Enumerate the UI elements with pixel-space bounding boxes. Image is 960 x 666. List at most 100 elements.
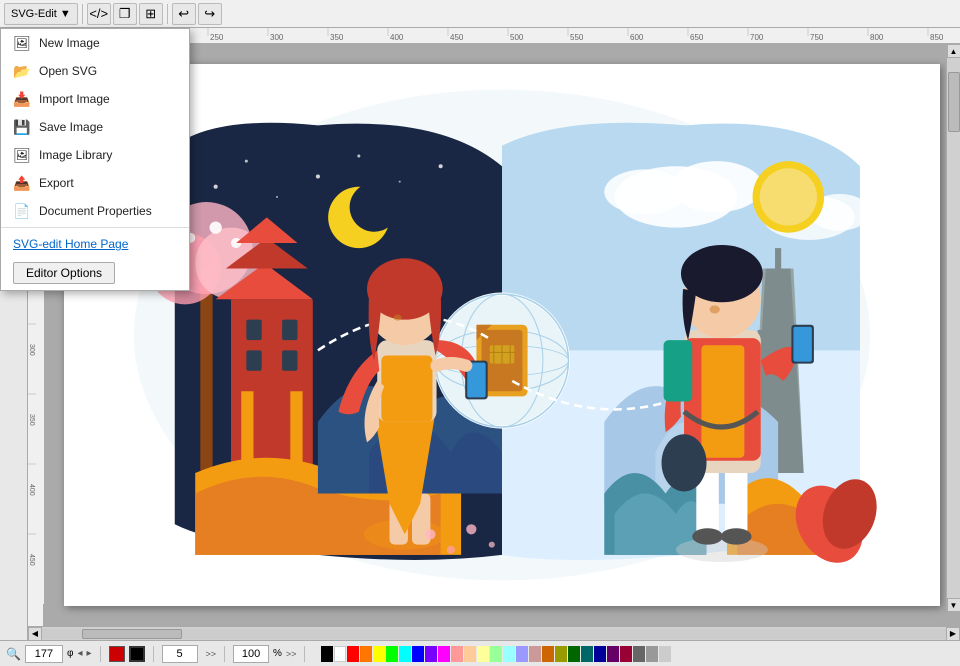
menu-item-export-label: Export [39,176,74,190]
undo-btn[interactable]: ↩ [172,3,196,25]
illustration-svg [64,64,940,606]
status-bar: 🔍 φ ◂ ▸ >> % >> [0,640,960,666]
menu-item-image-library[interactable]: 🖼 Image Library [1,141,189,169]
status-sep-2 [153,646,154,662]
scroll-down-btn[interactable]: ▼ [947,598,960,612]
palette-cyan[interactable] [399,646,411,662]
svg-text:400: 400 [390,33,404,42]
open-svg-icon: 📂 [13,62,31,80]
menu-item-new-image[interactable]: 🖼 New Image [1,29,189,57]
zoom-left-arrow[interactable]: ◂ [77,648,82,659]
right-scrollbar: ▲ ▼ Layers [946,44,960,612]
palette-olive[interactable] [555,646,567,662]
palette-purple[interactable] [425,646,437,662]
color-palette [321,646,671,662]
palette-rose[interactable] [529,646,541,662]
status-sep-3 [224,646,225,662]
zoom-icon: 🔍 [6,647,21,661]
fill-color-swatch[interactable] [129,646,145,662]
canvas-bg [64,64,940,606]
menu-item-open-svg-label: Open SVG [39,64,97,78]
h-scroll-thumb[interactable] [82,629,182,639]
palette-magenta[interactable] [438,646,450,662]
menu-item-save-image-label: Save Image [39,120,103,134]
svg-text:300: 300 [28,344,35,356]
palette-lightgreen[interactable] [490,646,502,662]
svg-text:650: 650 [690,33,704,42]
svg-text:600: 600 [630,33,644,42]
palette-black[interactable] [321,646,333,662]
svg-text:450: 450 [28,554,35,566]
palette-crimson[interactable] [620,646,632,662]
svg-text:350: 350 [330,33,344,42]
svg-edit-menu-btn[interactable]: SVG-Edit ▼ [4,3,78,25]
grid-btn[interactable]: ⊞ [139,3,163,25]
stroke-color-swatch[interactable] [109,646,125,662]
zoom-percent-input[interactable] [233,645,269,663]
menu-item-import-image[interactable]: 📥 Import Image [1,85,189,113]
clone-btn[interactable]: ❐ [113,3,137,25]
h-scroll-track [42,629,946,639]
palette-lightcyan[interactable] [503,646,515,662]
save-image-icon: 💾 [13,118,31,136]
scroll-up-btn[interactable]: ▲ [947,44,960,58]
svg-text:500: 500 [510,33,524,42]
palette-lightyellow[interactable] [477,646,489,662]
palette-pink[interactable] [451,646,463,662]
palette-orange[interactable] [360,646,372,662]
toolbar-separator-1 [82,4,83,24]
redo-btn[interactable]: ↪ [198,3,222,25]
zoom-percent-arrows: >> [286,649,297,659]
svg-text:800: 800 [870,33,884,42]
menu-item-save-image[interactable]: 💾 Save Image [1,113,189,141]
svg-text:400: 400 [28,484,35,496]
stroke-size-input[interactable] [162,645,198,663]
svg-text:450: 450 [450,33,464,42]
svg-edit-home-link[interactable]: SVG-edit Home Page [1,230,189,258]
editor-options-btn[interactable]: Editor Options [13,262,115,284]
palette-navy[interactable] [594,646,606,662]
menu-item-document-properties[interactable]: 📄 Document Properties [1,197,189,225]
palette-blue[interactable] [412,646,424,662]
scroll-right-btn[interactable]: ▶ [946,627,960,641]
zoom-right-arrow[interactable]: ▸ [86,648,91,659]
svg-text:250: 250 [210,33,224,42]
palette-darkgreen[interactable] [568,646,580,662]
palette-white[interactable] [334,646,346,662]
palette-teal[interactable] [581,646,593,662]
palette-yellow[interactable] [373,646,385,662]
bottom-scrollbar: ◀ ▶ [28,626,960,640]
new-image-icon: 🖼 [13,34,31,52]
palette-gray3[interactable] [659,646,671,662]
svg-text:850: 850 [930,33,944,42]
svg-text:750: 750 [810,33,824,42]
palette-lightblue[interactable] [516,646,528,662]
menu-item-new-image-label: New Image [39,36,100,50]
zoom-value-input[interactable] [25,645,63,663]
scroll-left-btn[interactable]: ◀ [28,627,42,641]
export-icon: 📤 [13,174,31,192]
stroke-arrows: >> [206,649,217,659]
menu-separator [1,227,189,228]
palette-gray2[interactable] [646,646,658,662]
import-image-icon: 📥 [13,90,31,108]
zoom-percent-label: % [273,648,282,659]
document-properties-icon: 📄 [13,202,31,220]
menu-item-open-svg[interactable]: 📂 Open SVG [1,57,189,85]
toolbar-separator-2 [167,4,168,24]
code-view-btn[interactable]: </> [87,3,111,25]
scroll-track [947,58,960,598]
menu-item-export[interactable]: 📤 Export [1,169,189,197]
status-sep-1 [100,646,101,662]
palette-gray1[interactable] [633,646,645,662]
palette-brown[interactable] [542,646,554,662]
svg-text:700: 700 [750,33,764,42]
palette-lime[interactable] [386,646,398,662]
palette-peach[interactable] [464,646,476,662]
zoom-unit: φ [67,648,73,659]
dropdown-menu: 🖼 New Image 📂 Open SVG 📥 Import Image 💾 … [0,28,190,291]
menu-item-document-properties-label: Document Properties [39,204,152,218]
scroll-thumb[interactable] [948,72,960,132]
palette-red[interactable] [347,646,359,662]
palette-indigo[interactable] [607,646,619,662]
